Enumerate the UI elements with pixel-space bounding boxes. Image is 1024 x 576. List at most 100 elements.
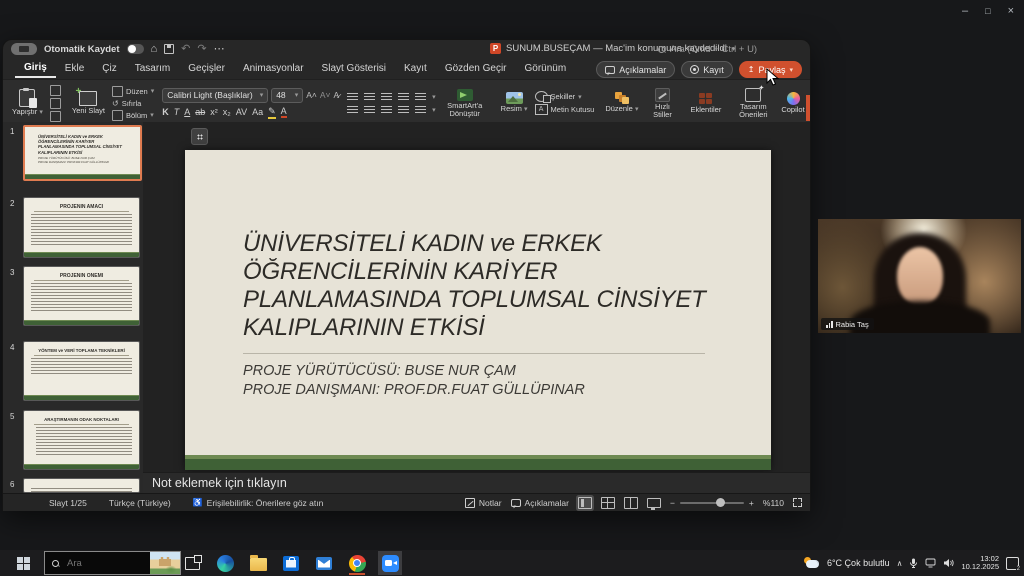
tab-gorunum[interactable]: Görünüm — [516, 61, 576, 77]
slide-thumbnail-4[interactable]: 4 YÖNTEM ve VERİ TOPLAMA TEKNİKLERİ — [3, 341, 143, 401]
start-button[interactable] — [8, 550, 38, 576]
layout-button[interactable]: Düzen▾ — [112, 86, 154, 97]
search-input[interactable] — [65, 557, 129, 570]
notes-toggle[interactable]: Notlar — [465, 498, 502, 508]
copilot-button[interactable]: Copilot — [778, 92, 807, 114]
bullets-icon[interactable] — [347, 92, 358, 101]
font-color-button[interactable]: A — [281, 106, 287, 118]
slide-thumbnail-5[interactable]: 5 ARAŞTIRMANIN ODAK NOKTALARI — [3, 410, 143, 470]
tab-giris[interactable]: Giriş — [15, 60, 56, 78]
save-icon[interactable] — [164, 44, 174, 54]
slide-thumbnail-6[interactable]: 6 — [3, 478, 143, 493]
tab-slayt-gosterisi[interactable]: Slayt Gösterisi — [313, 61, 395, 77]
store-app[interactable] — [279, 551, 303, 575]
arrange-button[interactable]: Düzenle ▾ — [602, 92, 641, 114]
mail-app[interactable] — [312, 551, 336, 575]
picture-button[interactable]: Resim ▾ — [498, 92, 531, 114]
copy-icon[interactable] — [50, 98, 61, 109]
mac-window-buttons[interactable] — [11, 43, 37, 55]
tab-animasyonlar[interactable]: Animasyonlar — [234, 61, 313, 77]
cut-icon[interactable] — [50, 85, 61, 96]
current-slide[interactable]: ÜNİVERSİTELİ KADIN ve ERKEK ÖĞRENCİLERİN… — [185, 150, 771, 470]
italic-button[interactable]: T — [174, 107, 180, 117]
justify-icon[interactable] — [398, 105, 409, 114]
design-ideas-button[interactable]: Tasarım Önerileri — [732, 88, 774, 119]
slide-sorter-button[interactable] — [601, 497, 615, 509]
shapes-button[interactable]: Şekiller▾ — [535, 91, 595, 102]
tab-tasarim[interactable]: Tasarım — [126, 61, 180, 77]
home-icon[interactable]: ⌂ — [151, 43, 158, 55]
convert-smartart-button[interactable]: SmartArt'a Dönüştür — [440, 89, 490, 118]
maximize-icon[interactable]: □ — [985, 4, 990, 18]
new-slide-button[interactable]: Yeni Slayt — [69, 91, 108, 115]
weather-text[interactable]: 6°C Çok bulutlu — [827, 558, 890, 568]
tab-gecisler[interactable]: Geçişler — [179, 61, 234, 77]
highlight-color-button[interactable]: ✎ — [268, 106, 276, 119]
tab-gozden-gecir[interactable]: Gözden Geçir — [436, 61, 516, 77]
slideshow-button[interactable] — [647, 498, 661, 508]
thumbnail-slide-selected[interactable]: ÜNİVERSİTELİ KADIN ve ERKEK ÖĞRENCİLERİN… — [23, 125, 142, 181]
record-button[interactable]: Kayıt — [681, 61, 733, 78]
slide-subtitle[interactable]: PROJE YÜRÜTÜCÜSÜ: BUSE NUR ÇAM PROJE DAN… — [243, 362, 725, 400]
search-field[interactable]: Ara (Cmd + Ctrl + U) — [658, 44, 757, 55]
increase-indent-icon[interactable] — [398, 92, 409, 101]
redo-icon[interactable]: ↷ — [197, 43, 206, 55]
minimize-icon[interactable]: – — [962, 4, 968, 18]
fit-to-window-icon[interactable] — [793, 498, 802, 507]
undo-icon[interactable]: ↶ — [181, 43, 190, 55]
clear-formatting-icon[interactable]: A̷ — [333, 90, 339, 100]
slide-thumbnail-3[interactable]: 3 PROJENİN ÖNEMİ — [3, 266, 143, 326]
normal-view-button[interactable] — [578, 497, 592, 509]
reset-button[interactable]: ↺Sıfırla — [112, 99, 154, 108]
language-indicator[interactable]: Türkçe (Türkiye) — [109, 498, 171, 508]
edge-app[interactable] — [213, 551, 237, 575]
accessibility-checker[interactable]: ♿ Erişilebilirlik: Önerilere göz atın — [193, 498, 324, 508]
font-size-select[interactable]: 48▾ — [271, 88, 303, 103]
slide-title[interactable]: ÜNİVERSİTELİ KADIN ve ERKEK ÖĞRENCİLERİN… — [243, 230, 725, 342]
shrink-font-icon[interactable]: A˅ — [320, 90, 331, 100]
search-highlight-image[interactable] — [150, 552, 180, 574]
textbox-button[interactable]: AMetin Kutusu — [535, 104, 595, 115]
comments-toggle[interactable]: Açıklamalar — [511, 498, 569, 508]
more-commands-icon[interactable]: ⋯ — [214, 43, 225, 55]
zoom-level[interactable]: %110 — [763, 498, 784, 508]
quick-styles-button[interactable]: Hızlı Stiller — [645, 88, 679, 119]
slide-thumbnail-1[interactable]: 1 ÜNİVERSİTELİ KADIN ve ERKEK ÖĞRENCİLER… — [3, 125, 143, 181]
strikethrough-button[interactable]: ab — [195, 107, 205, 117]
numbering-icon[interactable] — [364, 92, 375, 101]
underline-button[interactable]: A — [184, 107, 190, 117]
participant-video[interactable]: Rabia Taş — [818, 219, 1021, 333]
zoom-slider[interactable] — [680, 502, 744, 504]
paste-button[interactable]: Yapıştır ▾ — [9, 89, 46, 117]
zoom-in-button[interactable]: + — [749, 498, 754, 508]
character-spacing-button[interactable]: AV — [236, 107, 247, 117]
superscript-button[interactable]: x² — [210, 107, 218, 117]
align-left-icon[interactable] — [347, 105, 358, 114]
reading-view-button[interactable] — [624, 497, 638, 509]
font-name-select[interactable]: Calibri Light (Başlıklar)▾ — [162, 88, 268, 103]
align-right-icon[interactable] — [381, 105, 392, 114]
close-icon[interactable]: × — [1008, 4, 1014, 18]
autosave-toggle[interactable] — [127, 44, 144, 54]
align-center-icon[interactable] — [364, 105, 375, 114]
zoom-out-button[interactable]: − — [670, 498, 675, 508]
line-spacing-icon[interactable] — [415, 92, 426, 101]
addins-button[interactable]: Eklentiler — [687, 93, 724, 114]
tab-kayit[interactable]: Kayıt — [395, 61, 436, 77]
cast-display-icon[interactable] — [925, 558, 936, 568]
taskbar-search[interactable] — [44, 551, 181, 575]
grow-font-icon[interactable]: A˄ — [306, 90, 317, 100]
speaker-icon[interactable] — [943, 558, 954, 568]
microphone-icon[interactable] — [909, 558, 918, 569]
format-painter-icon[interactable] — [50, 111, 61, 122]
slide-thumbnail-2[interactable]: 2 PROJENİN AMACI — [3, 197, 143, 258]
presenter-tools-button[interactable] — [191, 128, 208, 145]
task-view-button[interactable] — [180, 551, 204, 575]
section-button[interactable]: Bölüm▾ — [112, 110, 154, 121]
weather-icon[interactable] — [803, 557, 820, 569]
change-case-button[interactable]: Aa — [252, 107, 263, 117]
notes-pane[interactable]: Not eklemek için tıklayın — [143, 472, 810, 493]
tab-ciz[interactable]: Çiz — [93, 61, 125, 77]
notification-center-icon[interactable]: 2 — [1006, 557, 1019, 570]
zoom-app[interactable] — [378, 551, 402, 575]
